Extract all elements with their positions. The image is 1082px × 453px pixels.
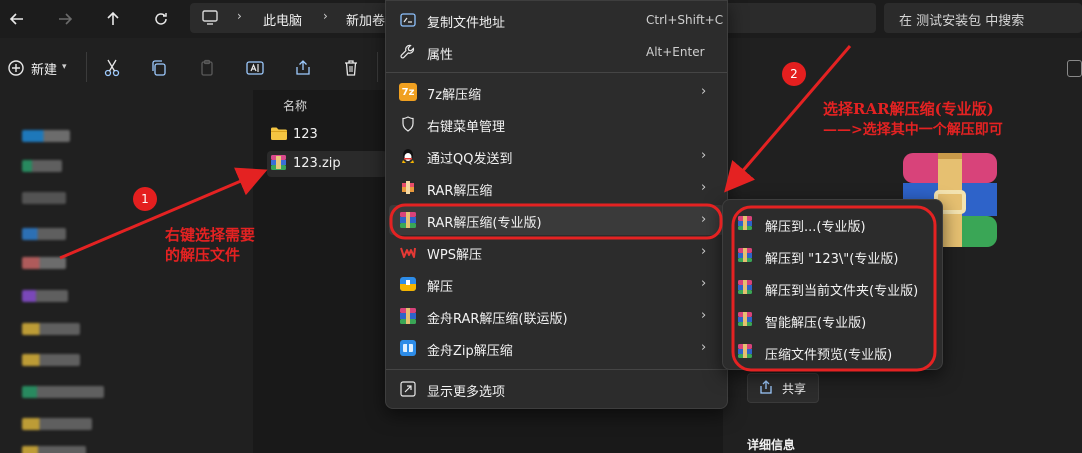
annotation-text-2-line1: 选择RAR解压缩(专业版) [823,100,994,118]
step-badge-2: 2 [782,62,806,86]
annotation-highlight-rar-pro [389,203,723,240]
annotation-overlay [59,45,937,372]
annotation-text-1-line1: 右键选择需要 [165,226,256,244]
step-badge-1: 1 [133,187,157,211]
annotation-highlight-submenu [731,205,937,372]
annotation-text-2-line2: ——>选择其中一个解压即可 [823,122,1003,138]
annotation-text-1-line2: 的解压文件 [165,246,241,264]
